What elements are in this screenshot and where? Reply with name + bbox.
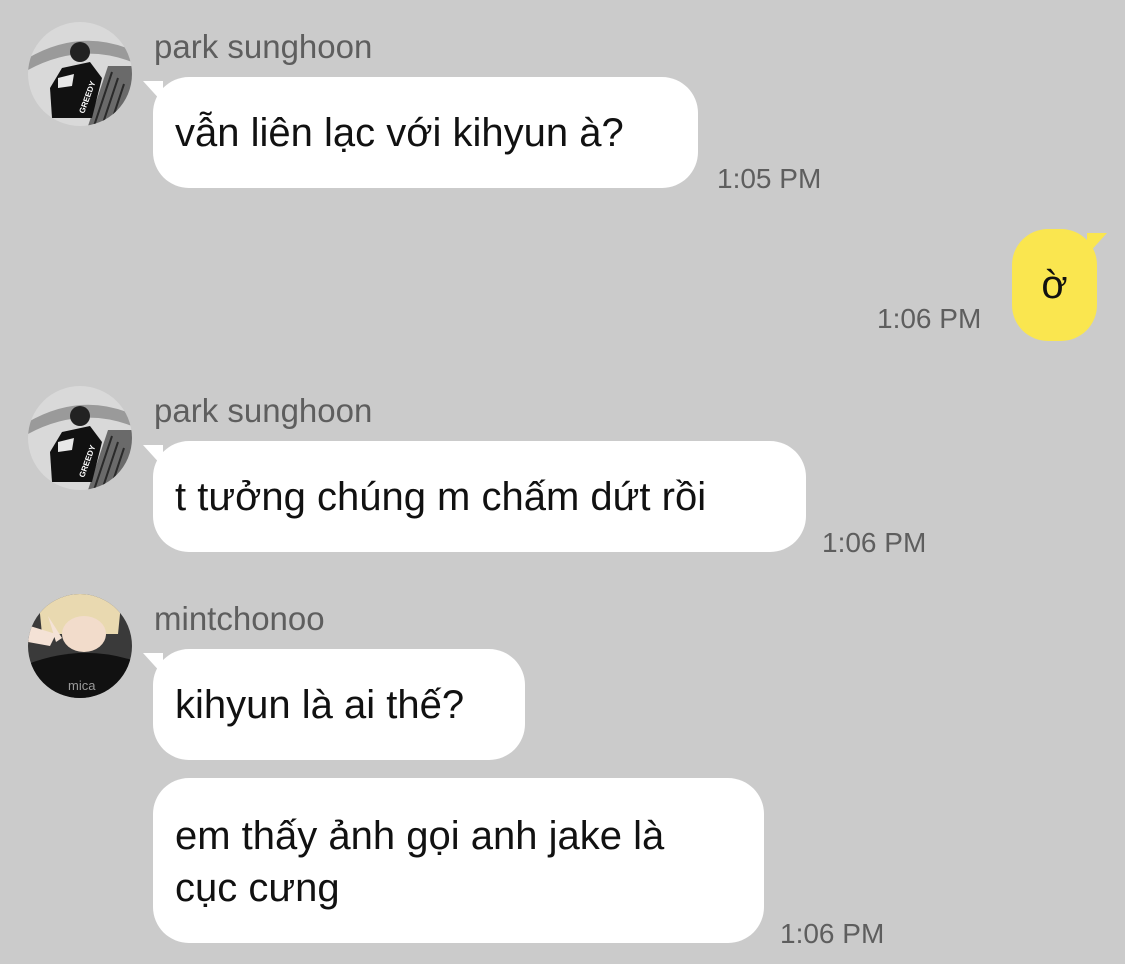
bubble-tail: [1087, 233, 1107, 255]
avatar-shirt-text: mica: [68, 678, 96, 693]
message-timestamp: 1:06 PM: [877, 303, 982, 334]
message-timestamp: 1:06 PM: [822, 527, 927, 558]
avatar-photo: mica: [28, 594, 132, 698]
sender-name: park sunghoon: [154, 28, 373, 65]
bubble-tail: [143, 653, 163, 675]
message-text: ờ: [1041, 263, 1068, 307]
avatar-park-sunghoon[interactable]: GREEDY: [28, 386, 132, 490]
avatar-mintchonoo[interactable]: mica: [28, 594, 132, 698]
bubble-tail: [143, 445, 163, 467]
message-bubble[interactable]: kihyun là ai thế?: [143, 649, 525, 760]
message-bubble[interactable]: t tưởng chúng m chấm dứt rồi: [143, 441, 806, 552]
message-bubble-outgoing[interactable]: ờ: [1012, 229, 1107, 341]
avatar-photo: GREEDY: [28, 22, 132, 126]
message-text: kihyun là ai thế?: [175, 682, 465, 727]
sender-name: park sunghoon: [154, 392, 373, 429]
message-timestamp: 1:05 PM: [717, 163, 822, 194]
avatar-photo: GREEDY: [28, 386, 132, 490]
message-text: t tưởng chúng m chấm dứt rồi: [175, 474, 707, 519]
sender-name: mintchonoo: [154, 600, 325, 637]
message-text: vẫn liên lạc với kihyun à?: [175, 110, 624, 155]
bubble-tail: [143, 81, 163, 103]
message-timestamp: 1:06 PM: [780, 918, 885, 949]
avatar-park-sunghoon[interactable]: GREEDY: [28, 22, 132, 126]
message-bubble[interactable]: em thấy ảnh gọi anh jake là cục cưng: [153, 778, 764, 943]
message-bubble[interactable]: vẫn liên lạc với kihyun à?: [143, 77, 698, 188]
message-text: em thấy ảnh gọi anh jake là cục cưng: [175, 814, 665, 910]
